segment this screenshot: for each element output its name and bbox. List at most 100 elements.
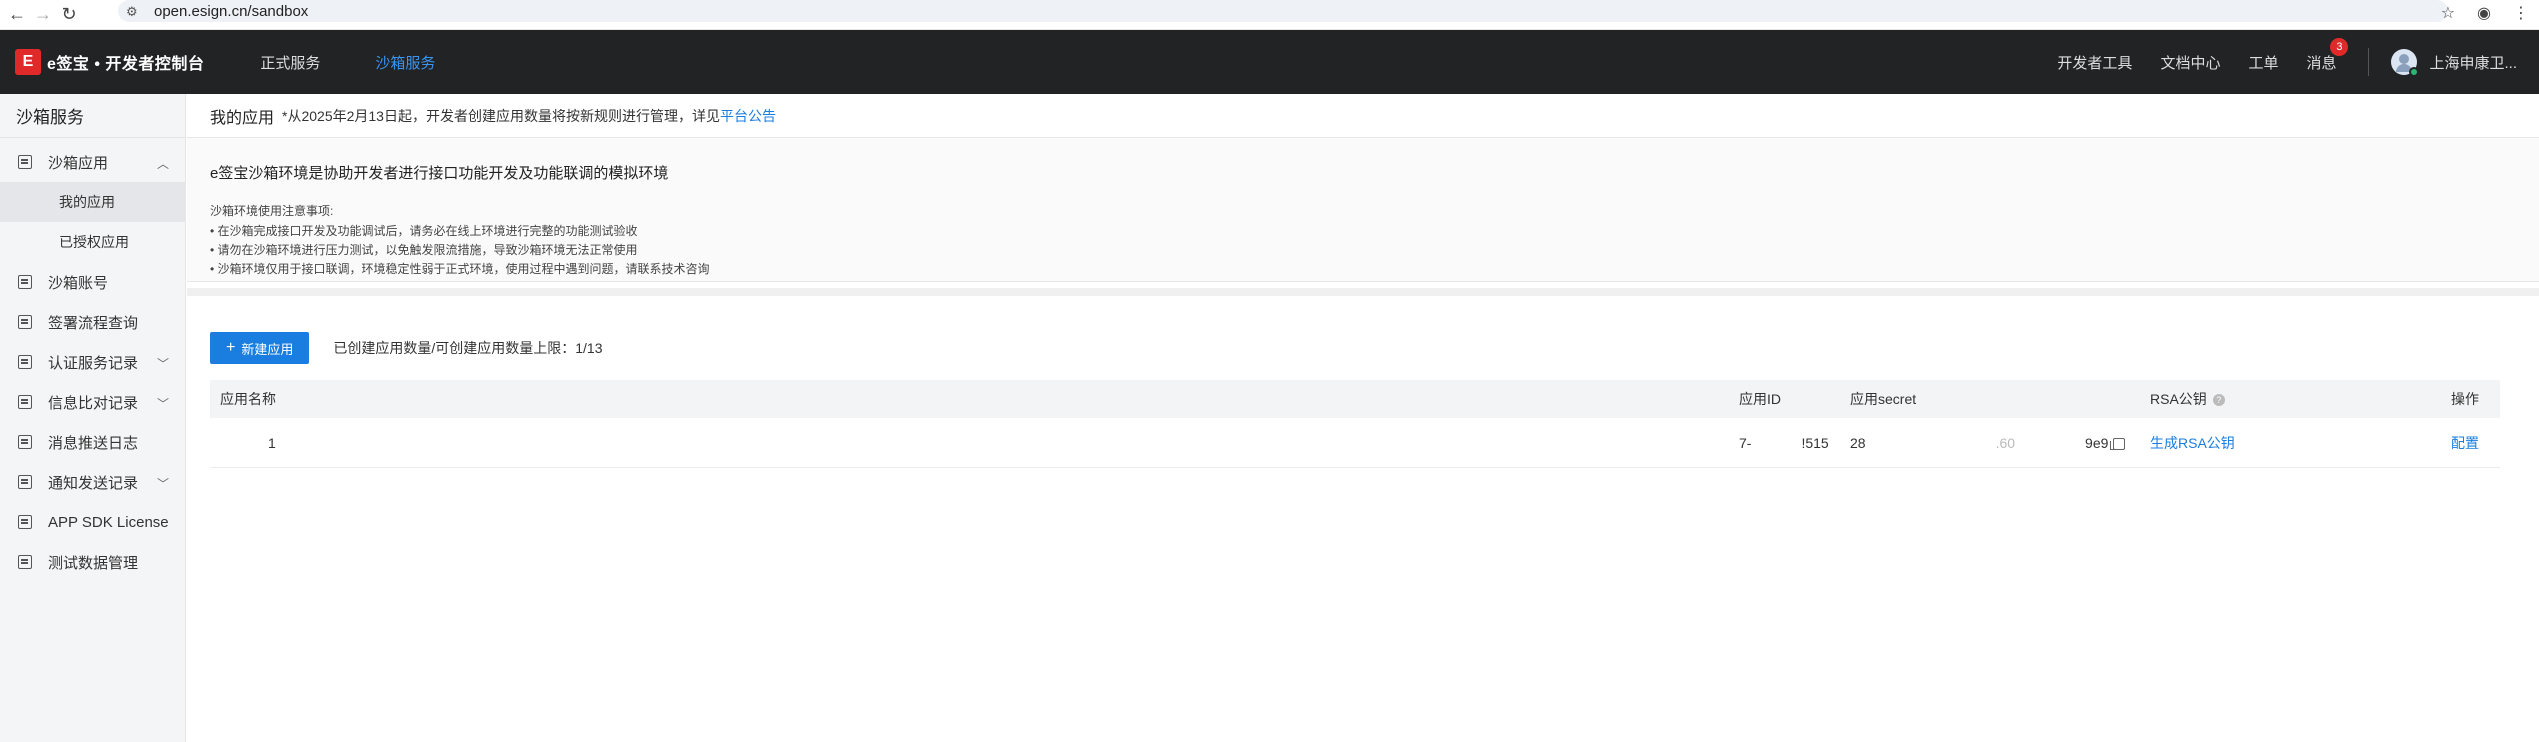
new-app-button[interactable]: + 新建应用 [210, 332, 310, 364]
dev-tools-link[interactable]: 开发者工具 [2057, 52, 2132, 73]
chevron-down-icon: ﹀ [156, 357, 169, 371]
messages-label: 消息 [2306, 54, 2337, 72]
app-id: 7- !515 [1739, 435, 1829, 451]
log-icon [18, 435, 32, 449]
header-rsa-label: RSA公钥 [2150, 391, 2207, 407]
tab-sandbox[interactable]: 沙箱服务 [375, 52, 435, 73]
reload-icon[interactable]: ↻ [56, 4, 82, 26]
generate-rsa-link[interactable]: 生成RSA公钥 [2150, 433, 2235, 453]
sidebar: 沙箱服务 沙箱应用 ︿ 我的应用 已授权应用 沙箱账号 签署流程查询 认证服务记… [0, 94, 186, 742]
notice-text: *从2025年2月13日起，开发者创建应用数量将按新规则进行管理，详见 [282, 107, 720, 124]
sidebar-item-label: 沙箱应用 [48, 154, 109, 172]
ticket-link[interactable]: 工单 [2248, 52, 2278, 73]
company-name[interactable]: 上海申康卫... [2429, 52, 2517, 73]
table-row: 1 7- !515 28 .60 9e9 生成RSA公钥 配置 [210, 418, 2500, 468]
address-bar[interactable]: ⚙ open.esign.cn/sandbox [118, 0, 2448, 22]
sidebar-item-label: 签署流程查询 [48, 314, 139, 332]
page-notice: *从2025年2月13日起，开发者创建应用数量将按新规则进行管理，详见平台公告 [282, 106, 776, 126]
page-title: 我的应用 [210, 109, 275, 127]
sidebar-item-sandbox-accounts[interactable]: 沙箱账号 [0, 262, 185, 302]
sidebar-item-push-logs[interactable]: 消息推送日志 [0, 422, 185, 462]
sidebar-item-label: APP SDK License [48, 513, 169, 531]
platform-notice-link[interactable]: 平台公告 [720, 108, 776, 124]
sidebar-item-sdk-license[interactable]: APP SDK License [0, 502, 185, 542]
copy-icon[interactable] [2110, 437, 2126, 450]
app-count-text: 已创建应用数量/可创建应用数量上限：1/13 [333, 340, 603, 356]
url-text: open.esign.cn/sandbox [154, 2, 309, 20]
account-icon [18, 275, 32, 289]
sidebar-item-auth-records[interactable]: 认证服务记录 ﹀ [0, 342, 185, 382]
app-secret: 28 .60 9e9 [1850, 434, 2126, 451]
section-divider [187, 288, 2539, 296]
intro-subtitle: 沙箱环境使用注意事项: [210, 204, 334, 218]
messages-link[interactable]: 消息 3 [2306, 37, 2349, 73]
browser-actions: ☆ ◉ ⋮ [2441, 0, 2539, 26]
new-app-label: 新建应用 [241, 341, 294, 357]
sidebar-item-label: 通知发送记录 [48, 474, 139, 492]
intro-point: • 在沙箱完成接口开发及功能调试后，请务必在线上环境进行完整的功能测试验收 [210, 224, 638, 238]
intro-point: • 请勿在沙箱环境进行压力测试，以免触发限流措施，导致沙箱环境无法正常使用 [210, 243, 638, 257]
plus-icon: + [226, 339, 236, 356]
secret-start: 28 [1850, 434, 1866, 451]
page-header: 我的应用 *从2025年2月13日起，开发者创建应用数量将按新规则进行管理，详见… [187, 94, 2539, 138]
message-count-badge: 3 [2330, 37, 2349, 56]
verified-icon [2409, 67, 2420, 77]
header-actions: 操作 [2451, 391, 2479, 407]
sidebar-item-label: 认证服务记录 [48, 354, 139, 372]
profile-icon[interactable]: ◉ [2477, 3, 2491, 23]
sidebar-title: 沙箱服务 [0, 94, 185, 138]
sidebar-item-label: 沙箱账号 [48, 274, 109, 292]
intro-point: • 沙箱环境仅用于接口联调，环境稳定性弱于正式环境，使用过程中遇到问题，请联系技… [210, 262, 710, 276]
sidebar-item-my-apps[interactable]: 我的应用 [0, 182, 185, 222]
logo[interactable]: E e签宝 • 开发者控制台 [15, 49, 204, 75]
data-icon [18, 555, 32, 569]
sidebar-item-sign-flow[interactable]: 签署流程查询 [0, 302, 185, 342]
header-app-secret: 应用secret [1850, 391, 1917, 407]
top-navigation: E e签宝 • 开发者控制台 正式服务 沙箱服务 开发者工具 文档中心 工单 消… [0, 30, 2539, 94]
divider [2368, 48, 2370, 76]
docs-link[interactable]: 文档中心 [2160, 52, 2220, 73]
configure-link[interactable]: 配置 [2451, 433, 2479, 453]
chevron-down-icon: ﹀ [156, 477, 169, 491]
header-app-id: 应用ID [1739, 391, 1781, 407]
browser-toolbar: ← → ↻ ⚙ open.esign.cn/sandbox ☆ ◉ ⋮ [0, 0, 2539, 30]
bookmark-star-icon[interactable]: ☆ [2441, 3, 2455, 23]
back-icon[interactable]: ← [4, 4, 30, 26]
forward-icon[interactable]: → [30, 4, 56, 26]
app-id-end: !515 [1801, 434, 1829, 451]
sidebar-item-label: 消息推送日志 [48, 434, 139, 452]
app-id-start: 7- [1739, 434, 1752, 451]
main-content: 我的应用 *从2025年2月13日起，开发者创建应用数量将按新规则进行管理，详见… [187, 94, 2539, 742]
mobile-icon [18, 515, 32, 529]
sidebar-item-test-data[interactable]: 测试数据管理 [0, 542, 185, 582]
logo-text: e签宝 • 开发者控制台 [47, 56, 205, 73]
sandbox-intro: e签宝沙箱环境是协助开发者进行接口功能开发及功能联调的模拟环境 沙箱环境使用注意… [187, 138, 2539, 282]
chevron-down-icon: ﹀ [156, 397, 169, 411]
avatar[interactable] [2391, 49, 2420, 77]
sidebar-item-compare-records[interactable]: 信息比对记录 ﹀ [0, 382, 185, 422]
app-icon [18, 155, 32, 169]
action-row: + 新建应用 已创建应用数量/可创建应用数量上限：1/13 [210, 332, 603, 364]
sidebar-item-label: 测试数据管理 [48, 554, 139, 572]
id-card-icon [18, 355, 32, 369]
header-app-name: 应用名称 [220, 391, 276, 407]
info-icon[interactable]: ? [2212, 394, 2225, 407]
secret-mid: .60 [1995, 434, 2016, 451]
compare-icon [18, 395, 32, 409]
secret-end: 9e9 [2085, 434, 2109, 451]
topnav-right: 开发者工具 文档中心 工单 消息 3 上海申康卫... [2057, 30, 2539, 94]
site-settings-icon[interactable]: ⚙ [126, 4, 144, 19]
sidebar-item-label: 信息比对记录 [48, 394, 139, 412]
esign-logo-icon: E [15, 49, 41, 75]
tab-production[interactable]: 正式服务 [260, 52, 320, 73]
intro-title: e签宝沙箱环境是协助开发者进行接口功能开发及功能联调的模拟环境 [210, 165, 669, 182]
sidebar-item-authorized-apps[interactable]: 已授权应用 [0, 222, 185, 262]
table-header: 应用名称 应用ID 应用secret RSA公钥? 操作 [210, 380, 2500, 418]
chevron-up-icon: ︿ [156, 157, 169, 171]
sidebar-item-notify-records[interactable]: 通知发送记录 ﹀ [0, 462, 185, 502]
header-rsa: RSA公钥? [2150, 389, 2225, 409]
sidebar-item-sandbox-apps[interactable]: 沙箱应用 ︿ [0, 142, 185, 182]
notify-icon [18, 475, 32, 489]
apps-table: 应用名称 应用ID 应用secret RSA公钥? 操作 1 7- !515 28… [210, 380, 2500, 468]
browser-menu-icon[interactable]: ⋮ [2513, 3, 2529, 23]
